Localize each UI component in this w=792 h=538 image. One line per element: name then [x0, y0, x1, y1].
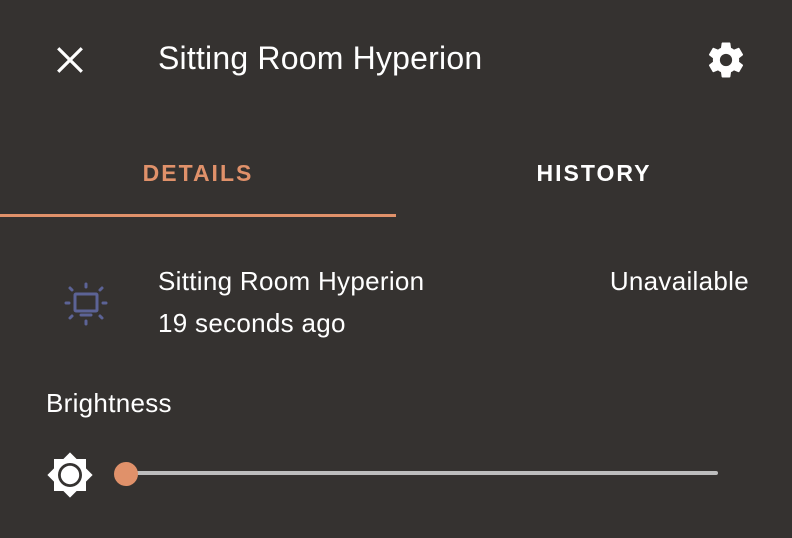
- tab-bar: DETAILS HISTORY: [0, 130, 792, 220]
- brightness-icon: [47, 452, 93, 498]
- slider-thumb[interactable]: [114, 462, 138, 486]
- entity-name[interactable]: Sitting Room Hyperion: [158, 266, 424, 297]
- gear-icon: [708, 42, 744, 78]
- dialog-header: Sitting Room Hyperion: [0, 0, 792, 120]
- slider-track[interactable]: [124, 471, 718, 475]
- brightness-slider[interactable]: [112, 456, 732, 492]
- brightness-label: Brightness: [46, 388, 172, 418]
- close-icon: [57, 47, 83, 73]
- close-button[interactable]: [44, 34, 96, 86]
- tab-history[interactable]: HISTORY: [396, 130, 792, 216]
- tab-details[interactable]: DETAILS: [0, 130, 396, 216]
- entity-state: Unavailable: [609, 266, 749, 296]
- dialog-title: Sitting Room Hyperion: [158, 40, 483, 76]
- active-tab-indicator: [0, 214, 396, 217]
- settings-button[interactable]: [700, 34, 752, 86]
- television-ambient-light-icon: [64, 282, 108, 326]
- entity-row: Sitting Room Hyperion 19 seconds ago Una…: [0, 258, 792, 348]
- entity-last-changed: 19 seconds ago: [158, 308, 346, 338]
